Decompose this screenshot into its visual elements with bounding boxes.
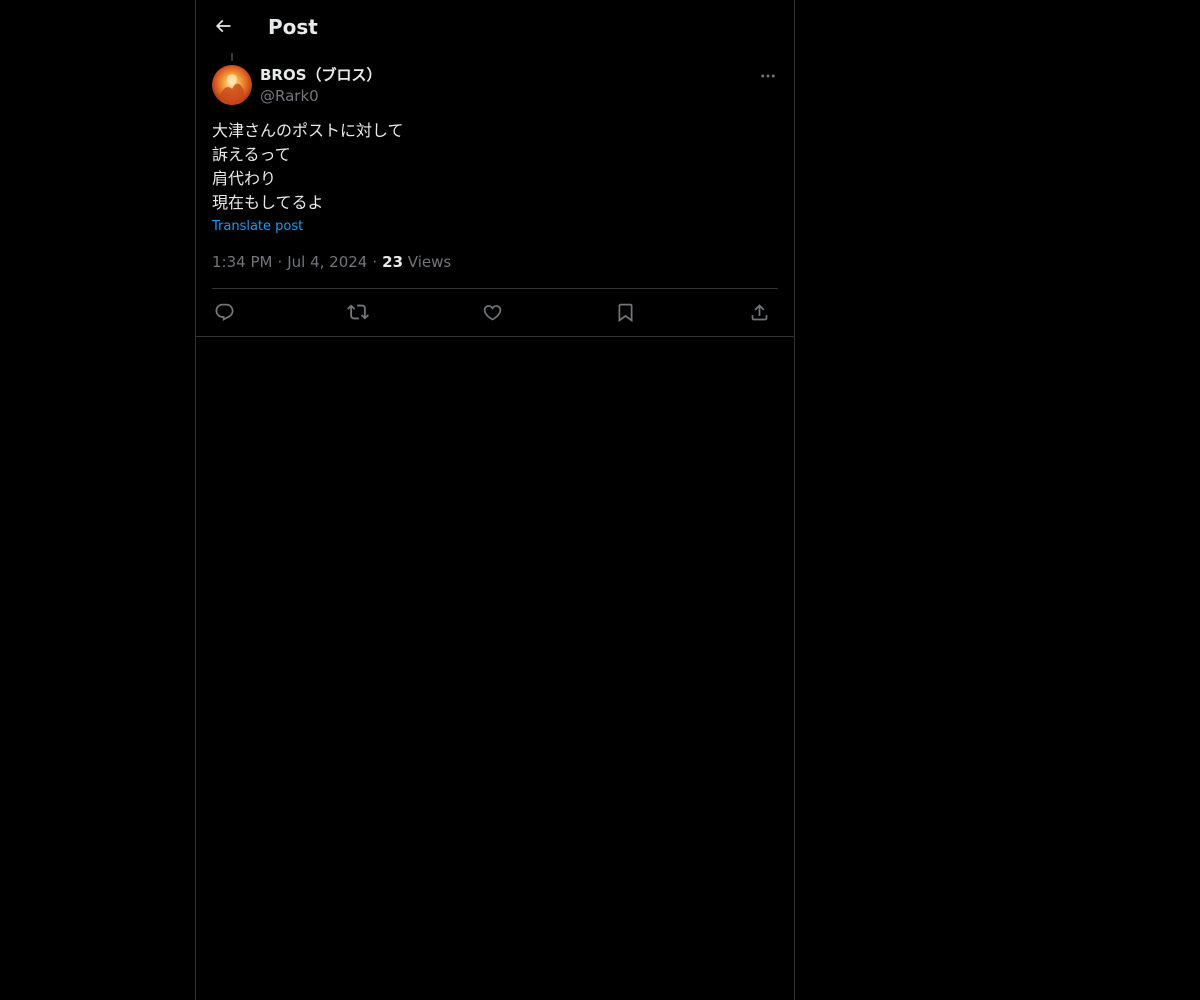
post-metadata: 1:34 PM · Jul 4, 2024 · 23 Views bbox=[212, 252, 451, 272]
meta-separator: · bbox=[277, 253, 283, 271]
author-name[interactable]: BROS（ブロス） bbox=[260, 65, 382, 85]
bookmark-button[interactable] bbox=[613, 300, 637, 324]
like-button[interactable] bbox=[480, 300, 504, 324]
translate-post-link[interactable]: Translate post bbox=[212, 218, 303, 236]
avatar[interactable] bbox=[212, 65, 252, 105]
post-text-line: 肩代わり bbox=[212, 169, 277, 188]
reply-icon bbox=[214, 302, 235, 323]
post-text-line: 大津さんのポストに対して bbox=[212, 121, 404, 140]
page-title: Post bbox=[268, 15, 318, 39]
thread-connector-line bbox=[231, 53, 233, 61]
back-button[interactable] bbox=[208, 11, 238, 41]
post-time-link[interactable]: 1:34 PM bbox=[212, 253, 272, 271]
reply-button[interactable] bbox=[212, 300, 236, 324]
heart-icon bbox=[482, 302, 503, 323]
repost-icon bbox=[347, 301, 369, 323]
author-handle[interactable]: @Rark0 bbox=[260, 86, 319, 106]
repost-button[interactable] bbox=[346, 300, 370, 324]
views-label: Views bbox=[407, 253, 452, 271]
post-date-link[interactable]: Jul 4, 2024 bbox=[287, 253, 367, 271]
meta-separator: · bbox=[372, 253, 378, 271]
bookmark-icon bbox=[615, 302, 636, 323]
post-text-line: 訴えるって bbox=[212, 145, 291, 164]
primary-column: Post BROS（ブロス） @Rark0 大津さんのポストに対して 訴えるって… bbox=[195, 0, 795, 1000]
post-text-line: 現在もしてるよ bbox=[212, 193, 324, 212]
more-horizontal-icon bbox=[759, 67, 777, 85]
post-actions-bar bbox=[212, 296, 778, 328]
arrow-left-icon bbox=[213, 16, 233, 36]
post-text: 大津さんのポストに対して 訴えるって 肩代わり 現在もしてるよ bbox=[212, 119, 778, 215]
divider bbox=[212, 288, 778, 289]
post-bottom-border bbox=[196, 336, 794, 337]
more-options-button[interactable] bbox=[756, 64, 780, 88]
views-count: 23 bbox=[382, 253, 404, 271]
share-icon bbox=[749, 302, 770, 323]
page-header: Post bbox=[196, 0, 794, 53]
share-button[interactable] bbox=[747, 300, 771, 324]
